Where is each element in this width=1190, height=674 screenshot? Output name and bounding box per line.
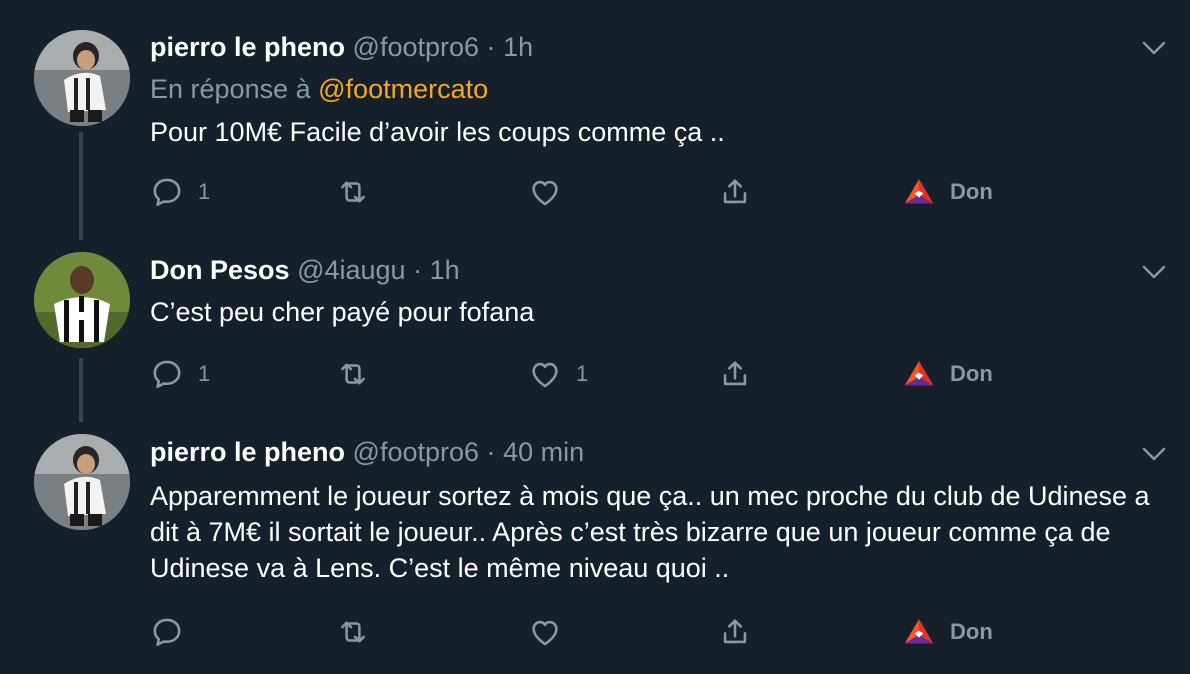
tweet-text: Pour 10M€ Facile d’avoir les coups comme…: [150, 117, 725, 147]
tweet[interactable]: Don Pesos @4iaugu · 1h C’est peu cher pa…: [0, 240, 1190, 420]
tweet[interactable]: pierro le pheno @footpro6 · 1h En répons…: [0, 0, 1190, 240]
author-name[interactable]: Don Pesos: [150, 255, 290, 285]
brave-tip-icon: [902, 175, 936, 209]
separator: ·: [486, 437, 496, 467]
retweet-icon: [336, 175, 370, 209]
share-button[interactable]: [718, 612, 752, 652]
share-icon: [718, 357, 752, 391]
chevron-down-icon[interactable]: [1140, 262, 1168, 282]
chevron-down-icon[interactable]: [1140, 38, 1168, 58]
tweet-text: C’est peu cher payé pour fofana: [150, 297, 535, 327]
reply-icon: [150, 357, 184, 391]
separator: ·: [486, 32, 496, 62]
retweet-icon: [336, 357, 370, 391]
tweet-header: pierro le pheno @footpro6 · 40 min: [150, 436, 584, 468]
like-icon: [528, 357, 562, 391]
brave-tip-icon: [902, 357, 936, 391]
timestamp[interactable]: 1h: [430, 255, 460, 285]
chevron-down-icon[interactable]: [1140, 444, 1168, 464]
tip-label: Don: [950, 361, 993, 386]
timestamp[interactable]: 40 min: [503, 437, 584, 467]
author-handle[interactable]: @footpro6: [353, 32, 479, 62]
reply-button[interactable]: 1: [150, 172, 210, 212]
reply-icon: [150, 615, 184, 649]
avatar[interactable]: [34, 252, 130, 348]
author-name[interactable]: pierro le pheno: [150, 437, 345, 467]
retweet-button[interactable]: [336, 172, 370, 212]
like-button[interactable]: [528, 172, 576, 212]
tweet-header: Don Pesos @4iaugu · 1h: [150, 254, 460, 286]
reply-button[interactable]: 1: [150, 354, 210, 394]
author-handle[interactable]: @footpro6: [353, 437, 479, 467]
author-handle[interactable]: @4iaugu: [297, 255, 406, 285]
tip-button[interactable]: Don: [902, 172, 993, 212]
like-button[interactable]: [528, 612, 576, 652]
reply-count: 1: [198, 179, 211, 204]
tip-button[interactable]: Don: [902, 354, 993, 394]
like-count: 1: [576, 361, 589, 386]
tweet-actions: Don: [150, 612, 1150, 652]
share-button[interactable]: [718, 354, 752, 394]
tweet-header: pierro le pheno @footpro6 · 1h: [150, 31, 533, 63]
reply-button[interactable]: [150, 612, 198, 652]
share-button[interactable]: [718, 172, 752, 212]
tip-label: Don: [950, 179, 993, 204]
avatar[interactable]: [34, 30, 130, 126]
separator: ·: [413, 255, 423, 285]
reply-icon: [150, 175, 184, 209]
tweet[interactable]: pierro le pheno @footpro6 · 40 min Appar…: [0, 420, 1190, 674]
reply-mention[interactable]: @footmercato: [318, 74, 488, 104]
retweet-button[interactable]: [336, 354, 370, 394]
share-icon: [718, 615, 752, 649]
retweet-icon: [336, 615, 370, 649]
reply-context: En réponse à @footmercato: [150, 74, 488, 105]
reply-count: 1: [198, 361, 211, 386]
like-icon: [528, 615, 562, 649]
timestamp[interactable]: 1h: [503, 32, 533, 62]
brave-tip-icon: [902, 615, 936, 649]
avatar[interactable]: [34, 434, 130, 530]
author-name[interactable]: pierro le pheno: [150, 32, 345, 62]
like-icon: [528, 175, 562, 209]
like-button[interactable]: 1: [528, 354, 588, 394]
retweet-button[interactable]: [336, 612, 370, 652]
tip-button[interactable]: Don: [902, 612, 993, 652]
tweet-actions: 1 1 Don: [150, 354, 1150, 394]
tweet-actions: 1 Don: [150, 172, 1150, 212]
reply-prefix: En réponse à: [150, 74, 311, 104]
tip-label: Don: [950, 619, 993, 644]
share-icon: [718, 175, 752, 209]
tweet-text: Apparemment le joueur sortez à mois que …: [150, 481, 1150, 583]
